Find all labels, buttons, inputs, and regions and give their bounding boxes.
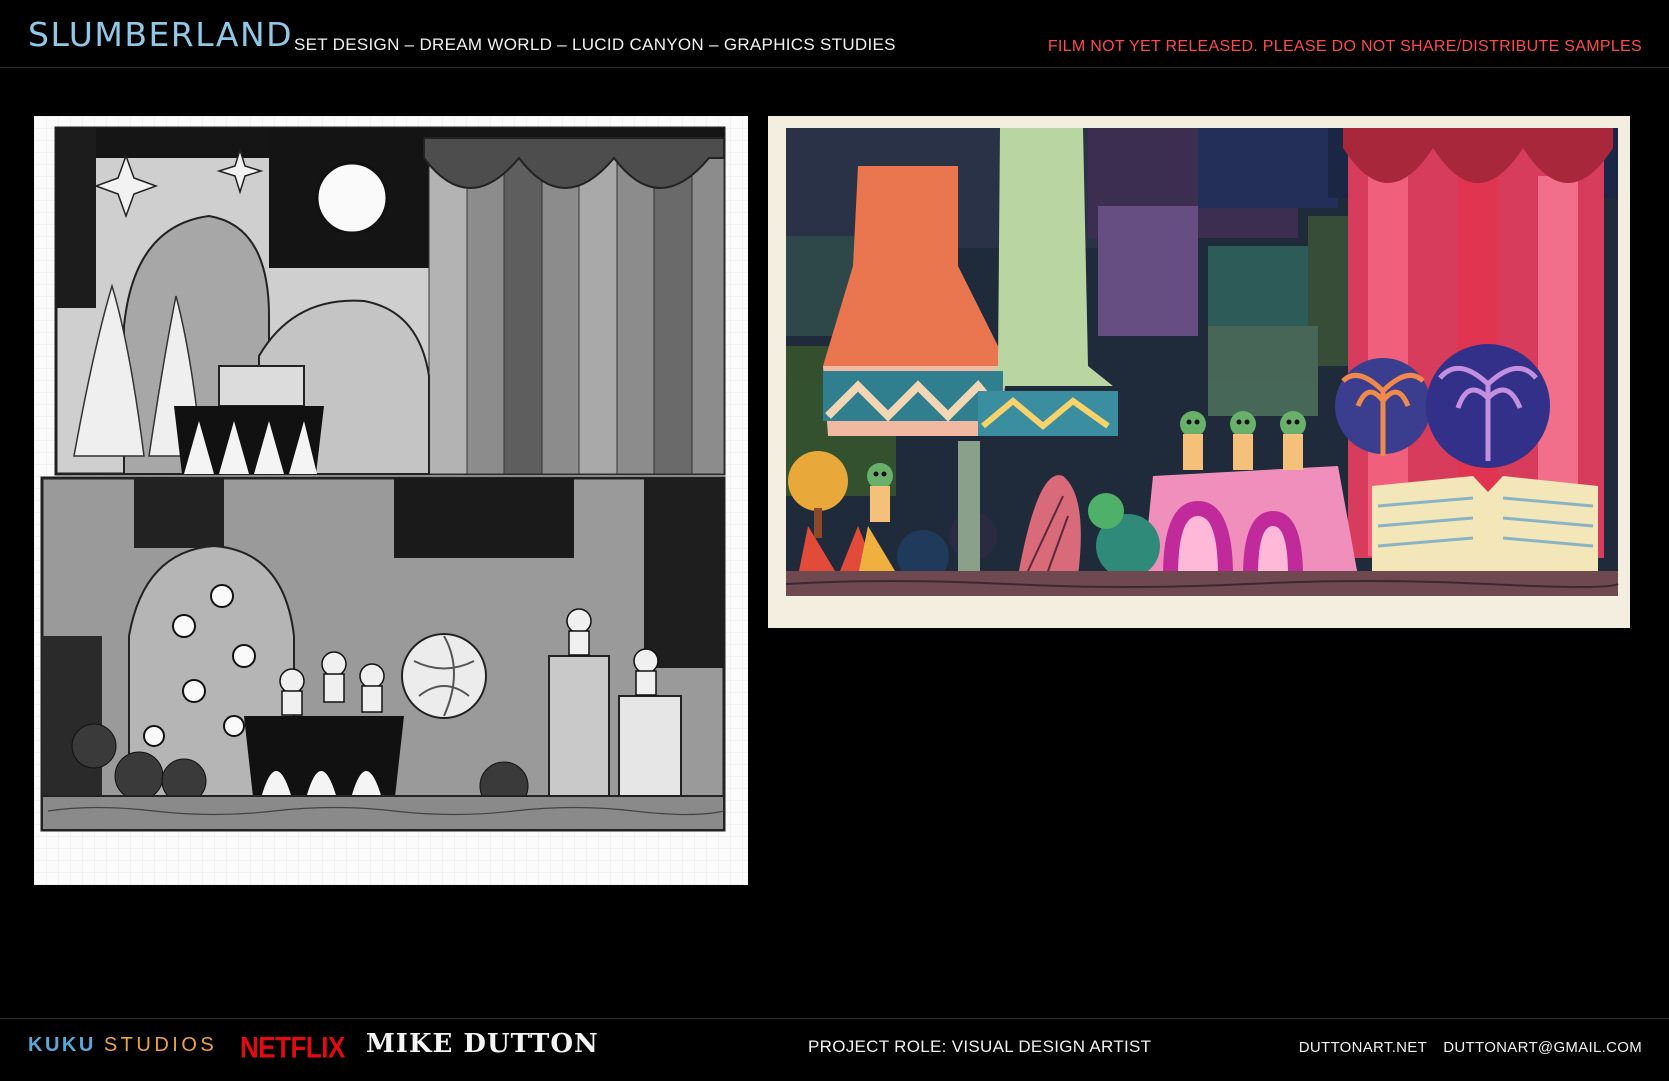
project-title: SLUMBERLAND <box>28 15 294 54</box>
kuku-logo-part1: KUKU <box>28 1034 96 1056</box>
confidentiality-notice: FILM NOT YET RELEASED. PLEASE DO NOT SHA… <box>1047 38 1642 55</box>
artist-name: MIKE DUTTON <box>366 1029 599 1059</box>
contact-info: DUTTONART.NET DUTTONART@GMAIL.COM <box>1299 1040 1642 1055</box>
header-bar: SLUMBERLAND SET DESIGN – DREAM WORLD – L… <box>0 0 1669 68</box>
kuku-studios-logo: KUKU STUDIOS <box>28 1035 217 1055</box>
netflix-logo: NETFLIX <box>240 1029 345 1065</box>
pencil-sketch-image <box>34 116 748 885</box>
email-link[interactable]: DUTTONART@GMAIL.COM <box>1443 1039 1642 1056</box>
artwork-pencil-sketch <box>34 116 748 885</box>
artwork-gouache-color-study <box>768 116 1630 628</box>
project-role: PROJECT ROLE: VISUAL DESIGN ARTIST <box>808 1037 1152 1056</box>
gouache-color-study-image <box>785 128 1619 596</box>
kuku-logo-part2: STUDIOS <box>103 1034 218 1056</box>
breadcrumb: SET DESIGN – DREAM WORLD – LUCID CANYON … <box>294 35 896 54</box>
website-link[interactable]: DUTTONART.NET <box>1299 1039 1427 1056</box>
